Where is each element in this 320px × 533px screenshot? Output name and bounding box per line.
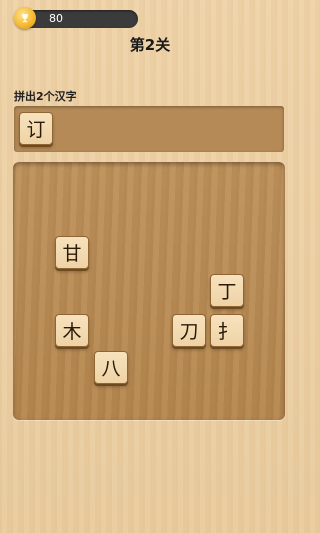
character-tile[interactable]: 甘 (55, 236, 89, 269)
character-tile[interactable]: 木 (55, 314, 89, 347)
coin-value: 80 (49, 12, 63, 25)
coin-icon (14, 7, 36, 29)
level-title: 第2关 (129, 36, 171, 54)
character-tile[interactable]: 刀 (172, 314, 206, 347)
character-tile[interactable]: 八 (94, 351, 128, 384)
answer-tile[interactable]: 订 (19, 112, 53, 145)
game-board: 甘 丁 木 刀 扌 八 (13, 162, 285, 420)
character-tile[interactable]: 扌 (210, 314, 244, 347)
answer-panel: 订 (14, 106, 284, 152)
instruction-text: 拼出2个汉字 (14, 90, 77, 103)
coin-counter: 80 (14, 7, 138, 29)
character-tile[interactable]: 丁 (210, 274, 244, 307)
